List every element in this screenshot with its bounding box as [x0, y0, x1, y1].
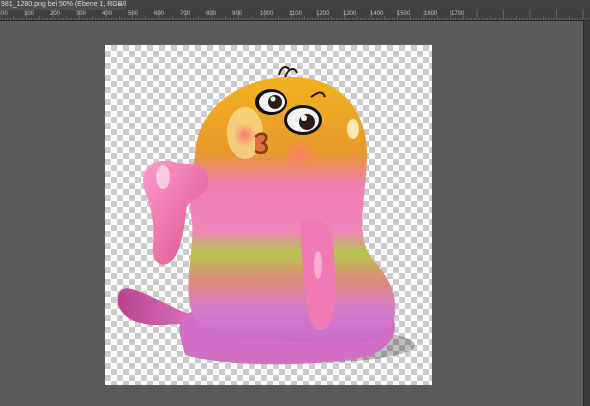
ruler-label: 1200: [316, 11, 330, 17]
gummy-creature-illustration: [117, 66, 415, 365]
ruler-label: 800: [206, 11, 217, 17]
ruler-label: 700: [180, 11, 191, 17]
ruler-label: 100: [24, 11, 35, 17]
ruler-label: 1000: [260, 11, 274, 17]
image-canvas[interactable]: [105, 45, 432, 385]
document-tab-bar: 981_1280.png bei 50% (Ebene 1, RGB/8) ×: [0, 0, 590, 10]
ruler-label: 500: [128, 11, 139, 17]
horizontal-ruler[interactable]: 00 100 200 300 400 500 600 700 800 900 1…: [0, 10, 590, 21]
vertical-scrollbar[interactable]: [583, 21, 590, 406]
close-tab-icon[interactable]: ×: [116, 0, 124, 10]
ruler-label: 1400: [370, 11, 384, 17]
ruler-label: 00: [1, 11, 8, 17]
ruler-label: 1600: [424, 11, 438, 17]
ruler-label: 1300: [343, 11, 357, 17]
ruler-label: 200: [50, 11, 61, 17]
ruler-label: 1500: [397, 11, 411, 17]
ruler-label: 900: [232, 11, 243, 17]
document-tab-title: 981_1280.png bei 50% (Ebene 1, RGB/8): [1, 1, 126, 8]
ruler-label: 1100: [289, 11, 302, 17]
ruler-label: 400: [102, 11, 113, 17]
document-tab[interactable]: 981_1280.png bei 50% (Ebene 1, RGB/8): [0, 0, 126, 10]
ruler-label: 1700: [451, 11, 465, 17]
ruler-label: 300: [76, 11, 87, 17]
ruler-label: 600: [154, 11, 165, 17]
